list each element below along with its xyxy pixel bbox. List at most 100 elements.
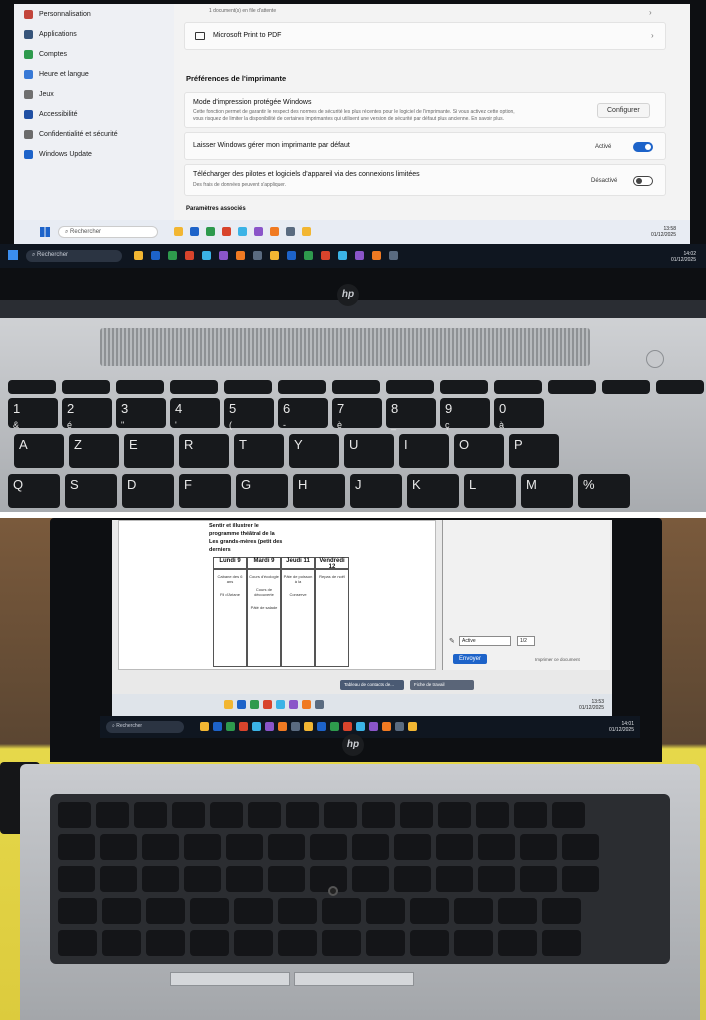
- taskbar-app-icon[interactable]: [263, 700, 272, 709]
- inner-search-box[interactable]: ⌕ Rechercher: [58, 226, 158, 238]
- keyboard-key[interactable]: [366, 898, 405, 924]
- taskbar-app-icon[interactable]: [315, 700, 324, 709]
- taskbar-app-icon[interactable]: [302, 227, 311, 236]
- sidebar-item[interactable]: Heure et langue: [24, 70, 89, 79]
- taskbar-app-icon[interactable]: [321, 251, 330, 260]
- keyboard-key[interactable]: [190, 898, 229, 924]
- letter-key[interactable]: J: [350, 474, 402, 508]
- taskbar-app-icon[interactable]: [270, 251, 279, 260]
- function-key[interactable]: [332, 380, 380, 394]
- taskbar-app-icon[interactable]: [389, 251, 398, 260]
- keyboard-key[interactable]: [520, 866, 557, 892]
- taskbar-window-tab[interactable]: Tableau de contacts de...: [340, 680, 404, 690]
- keyboard-key[interactable]: [520, 834, 557, 860]
- number-key[interactable]: 9ç: [440, 398, 490, 430]
- taskbar-app-icon[interactable]: [250, 700, 259, 709]
- taskbar-app-icon[interactable]: [317, 722, 326, 731]
- taskbar-app-icon[interactable]: [304, 251, 313, 260]
- taskbar-app-icon[interactable]: [252, 722, 261, 731]
- keyboard-key[interactable]: [102, 930, 141, 956]
- taskbar-app-icon[interactable]: [239, 722, 248, 731]
- letter-key[interactable]: T: [234, 434, 284, 468]
- taskbar-app-icon[interactable]: [134, 251, 143, 260]
- taskbar-app-icon[interactable]: [276, 700, 285, 709]
- keyboard-key[interactable]: [146, 930, 185, 956]
- function-key[interactable]: [278, 380, 326, 394]
- number-key[interactable]: 1 &: [8, 398, 58, 430]
- keyboard-key[interactable]: [410, 930, 449, 956]
- sidebar-item[interactable]: Confidentialité et sécurité: [24, 130, 118, 139]
- keyboard-key[interactable]: [100, 834, 137, 860]
- taskbar-window-tab[interactable]: Fiche de travail: [410, 680, 474, 690]
- keyboard-key[interactable]: [248, 802, 281, 828]
- taskbar-app-icon[interactable]: [395, 722, 404, 731]
- keyboard-key[interactable]: [234, 898, 273, 924]
- taskbar-app-icon[interactable]: [286, 227, 295, 236]
- configure-button[interactable]: Configurer: [597, 103, 650, 118]
- keyboard-key[interactable]: [146, 898, 185, 924]
- keyboard-key[interactable]: [454, 930, 493, 956]
- taskbar-app-icon[interactable]: [206, 227, 215, 236]
- keyboard-key[interactable]: [268, 866, 305, 892]
- touchpad-left-button[interactable]: [170, 972, 290, 986]
- taskbar-app-icon[interactable]: [202, 251, 211, 260]
- letter-key[interactable]: R: [179, 434, 229, 468]
- keyboard-key[interactable]: [436, 866, 473, 892]
- taskbar-app-icon[interactable]: [355, 251, 364, 260]
- taskbar-app-icon[interactable]: [287, 251, 296, 260]
- taskbar-app-icon[interactable]: [382, 722, 391, 731]
- sidebar-item[interactable]: Comptes: [24, 50, 67, 59]
- power-button[interactable]: [646, 350, 664, 368]
- letter-key[interactable]: O: [454, 434, 504, 468]
- keyboard-key[interactable]: [542, 898, 581, 924]
- taskbar-app-icon[interactable]: [219, 251, 228, 260]
- keyboard-key[interactable]: [366, 930, 405, 956]
- sidebar-item[interactable]: Windows Update: [24, 150, 92, 159]
- function-key[interactable]: [62, 380, 110, 394]
- taskbar-app-icon[interactable]: [330, 722, 339, 731]
- print-field-b[interactable]: 1/2: [517, 636, 535, 646]
- metered-download-toggle[interactable]: [633, 176, 653, 186]
- taskbar-app-icon[interactable]: [238, 227, 247, 236]
- taskbar-app-icon[interactable]: [236, 251, 245, 260]
- function-key[interactable]: [224, 380, 272, 394]
- letter-key[interactable]: Y: [289, 434, 339, 468]
- keyboard-key[interactable]: [476, 802, 509, 828]
- taskbar-app-icon[interactable]: [151, 251, 160, 260]
- keyboard-key[interactable]: [210, 802, 243, 828]
- number-key[interactable]: 4 ': [170, 398, 220, 430]
- function-key[interactable]: [494, 380, 542, 394]
- keyboard-key[interactable]: [184, 834, 221, 860]
- taskbar-app-icon[interactable]: [222, 227, 231, 236]
- keyboard-key[interactable]: [142, 866, 179, 892]
- keyboard-key[interactable]: [410, 898, 449, 924]
- taskbar-app-icon[interactable]: [174, 227, 183, 236]
- trackpoint[interactable]: [328, 886, 338, 896]
- outer-search-box[interactable]: ⌕ Rechercher: [26, 250, 122, 262]
- letter-key[interactable]: Z: [69, 434, 119, 468]
- keyboard-key[interactable]: [322, 898, 361, 924]
- keyboard-key[interactable]: [352, 834, 389, 860]
- taskbar-app-icon[interactable]: [289, 700, 298, 709]
- letter-key[interactable]: Q: [8, 474, 60, 508]
- keyboard-key[interactable]: [58, 802, 91, 828]
- keyboard-key[interactable]: [324, 802, 357, 828]
- print-field-a[interactable]: Active: [459, 636, 511, 646]
- number-key[interactable]: 8 _: [386, 398, 436, 430]
- letter-key[interactable]: D: [122, 474, 174, 508]
- letter-key[interactable]: P: [509, 434, 559, 468]
- function-key[interactable]: [440, 380, 488, 394]
- keyboard-key[interactable]: [498, 898, 537, 924]
- letter-key[interactable]: U: [344, 434, 394, 468]
- keyboard-key[interactable]: [478, 834, 515, 860]
- number-key[interactable]: 5(: [224, 398, 274, 430]
- letter-key[interactable]: %: [578, 474, 630, 508]
- keyboard-key[interactable]: [542, 930, 581, 956]
- keyboard-key[interactable]: [552, 802, 585, 828]
- taskbar-app-icon[interactable]: [372, 251, 381, 260]
- outer-search-box[interactable]: ⌕ Rechercher: [106, 721, 184, 733]
- taskbar-app-icon[interactable]: [338, 251, 347, 260]
- keyboard-key[interactable]: [438, 802, 471, 828]
- letter-key[interactable]: H: [293, 474, 345, 508]
- sidebar-item[interactable]: Applications: [24, 30, 77, 39]
